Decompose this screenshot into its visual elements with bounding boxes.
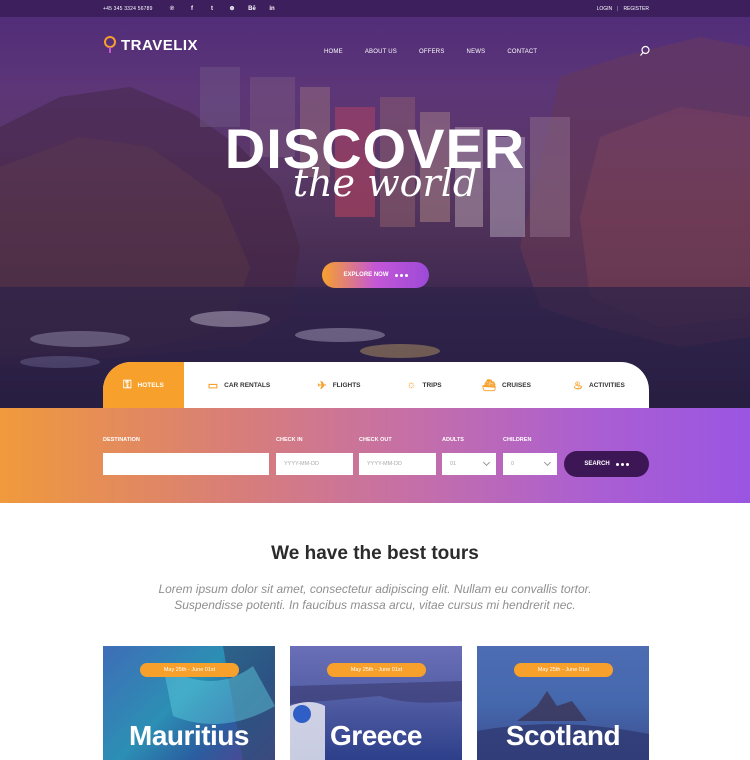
explore-now-label: explore now bbox=[343, 272, 389, 278]
tour-name: Scotland bbox=[505, 720, 621, 751]
register-link[interactable]: register bbox=[623, 6, 649, 12]
check-in-input[interactable]: YYYY-MM-DD bbox=[276, 453, 353, 475]
tab-cruises-label: cruises bbox=[502, 381, 531, 389]
hero-overlay bbox=[0, 17, 750, 408]
twitter-icon[interactable]: t bbox=[206, 3, 218, 14]
tab-hotels[interactable]: ⚿ hotels bbox=[103, 362, 184, 408]
tour-card-mauritius[interactable]: May 25th - June 01st Mauritius bbox=[103, 646, 275, 760]
section-title: We have the best tours bbox=[271, 543, 479, 564]
nav-item-home[interactable]: home bbox=[324, 49, 343, 55]
main-nav: home about us offers news contact bbox=[324, 49, 559, 55]
social-links: ℗ f t ⊛ Bē in bbox=[166, 3, 278, 14]
section-intro-line-1: Lorem ipsum dolor sit amet, consectetur … bbox=[158, 582, 592, 596]
tab-activities-label: activities bbox=[589, 381, 625, 389]
pinterest-icon[interactable]: ℗ bbox=[166, 3, 178, 14]
tour-card-scotland[interactable]: May 25th - June 01st Scotland bbox=[477, 646, 649, 760]
site-logo[interactable]: TRAVELIX bbox=[103, 36, 198, 54]
check-out-input[interactable]: YYYY-MM-DD bbox=[359, 453, 436, 475]
tab-activities[interactable]: ♨ activities bbox=[549, 362, 649, 408]
facebook-icon[interactable]: f bbox=[186, 3, 198, 14]
nav-item-news[interactable]: news bbox=[467, 49, 486, 55]
tour-name: Mauritius bbox=[129, 720, 249, 751]
tab-trips[interactable]: ☼ trips bbox=[384, 362, 464, 408]
check-out-placeholder: YYYY-MM-DD bbox=[367, 461, 402, 467]
tab-hotels-label: hotels bbox=[137, 381, 164, 389]
phone-number: +45 345 3324 56789 bbox=[103, 6, 153, 12]
chevron-down-icon bbox=[482, 458, 491, 467]
adults-select[interactable]: 01 bbox=[442, 453, 496, 475]
adults-label: adults bbox=[442, 437, 464, 443]
ship-icon: ⛴ bbox=[482, 379, 497, 392]
tab-car-rentals-label: car rentals bbox=[224, 381, 271, 389]
linkedin-icon[interactable]: in bbox=[266, 3, 278, 14]
hero-banner: TRAVELIX home about us offers news conta… bbox=[0, 17, 750, 408]
auth-links: login | register bbox=[597, 6, 649, 12]
dribbble-icon[interactable]: ⊛ bbox=[226, 3, 238, 14]
plane-icon: ✈ bbox=[317, 379, 327, 392]
section-intro: Lorem ipsum dolor sit amet, consectetur … bbox=[0, 581, 750, 613]
check-in-label: check in bbox=[276, 437, 303, 443]
tour-name: Greece bbox=[330, 720, 422, 751]
trips-icon: ☼ bbox=[406, 379, 417, 391]
car-icon: ▭ bbox=[207, 379, 219, 392]
search-button-label: search bbox=[584, 461, 610, 467]
hotel-icon: ⚿ bbox=[123, 378, 132, 391]
logo-text: TRAVELIX bbox=[121, 36, 199, 54]
nav-item-about-us[interactable]: about us bbox=[365, 49, 397, 55]
search-icon[interactable] bbox=[639, 45, 651, 57]
auth-separator: | bbox=[617, 6, 619, 12]
tab-trips-label: trips bbox=[422, 381, 442, 389]
tour-date-badge: May 25th - June 01st bbox=[140, 663, 239, 677]
dots-icon bbox=[615, 462, 629, 466]
tour-date-badge: May 25th - June 01st bbox=[514, 663, 613, 677]
destination-input[interactable] bbox=[103, 453, 269, 475]
tab-flights[interactable]: ✈ flights bbox=[294, 362, 384, 408]
top-bar: +45 345 3324 56789 ℗ f t ⊛ Bē in login |… bbox=[0, 0, 750, 17]
location-pin-icon bbox=[104, 36, 116, 53]
search-form: destination check in YYYY-MM-DD check ou… bbox=[0, 408, 750, 503]
search-button[interactable]: search bbox=[564, 451, 649, 477]
nav-item-offers[interactable]: offers bbox=[419, 49, 445, 55]
chevron-down-icon bbox=[543, 458, 552, 467]
nav-item-contact[interactable]: contact bbox=[507, 49, 537, 55]
section-intro-line-2: Suspendisse potenti. In faucibus massa a… bbox=[174, 598, 576, 612]
children-label: children bbox=[503, 437, 532, 443]
explore-now-button[interactable]: explore now bbox=[322, 262, 429, 288]
check-in-placeholder: YYYY-MM-DD bbox=[284, 461, 319, 467]
hero-script-text: the world bbox=[292, 161, 478, 205]
tab-car-rentals[interactable]: ▭ car rentals bbox=[184, 362, 294, 408]
tour-cards: May 25th - June 01st Mauritius May 25th … bbox=[103, 646, 649, 760]
search-tabs: ⚿ hotels ▭ car rentals ✈ flights ☼ trips… bbox=[103, 362, 649, 408]
children-select[interactable]: 0 bbox=[503, 453, 557, 475]
tour-date-badge: May 25th - June 01st bbox=[327, 663, 426, 677]
login-link[interactable]: login bbox=[597, 6, 613, 12]
children-value: 0 bbox=[511, 461, 515, 467]
adults-value: 01 bbox=[450, 461, 457, 467]
tab-flights-label: flights bbox=[332, 381, 361, 389]
behance-icon[interactable]: Bē bbox=[246, 3, 258, 14]
dots-icon bbox=[394, 273, 408, 277]
check-out-label: check out bbox=[359, 437, 392, 443]
tab-cruises[interactable]: ⛴ cruises bbox=[464, 362, 549, 408]
snorkel-icon: ♨ bbox=[573, 379, 584, 392]
tour-card-greece[interactable]: May 25th - June 01st Greece bbox=[290, 646, 462, 760]
destination-label: destination bbox=[103, 437, 140, 443]
